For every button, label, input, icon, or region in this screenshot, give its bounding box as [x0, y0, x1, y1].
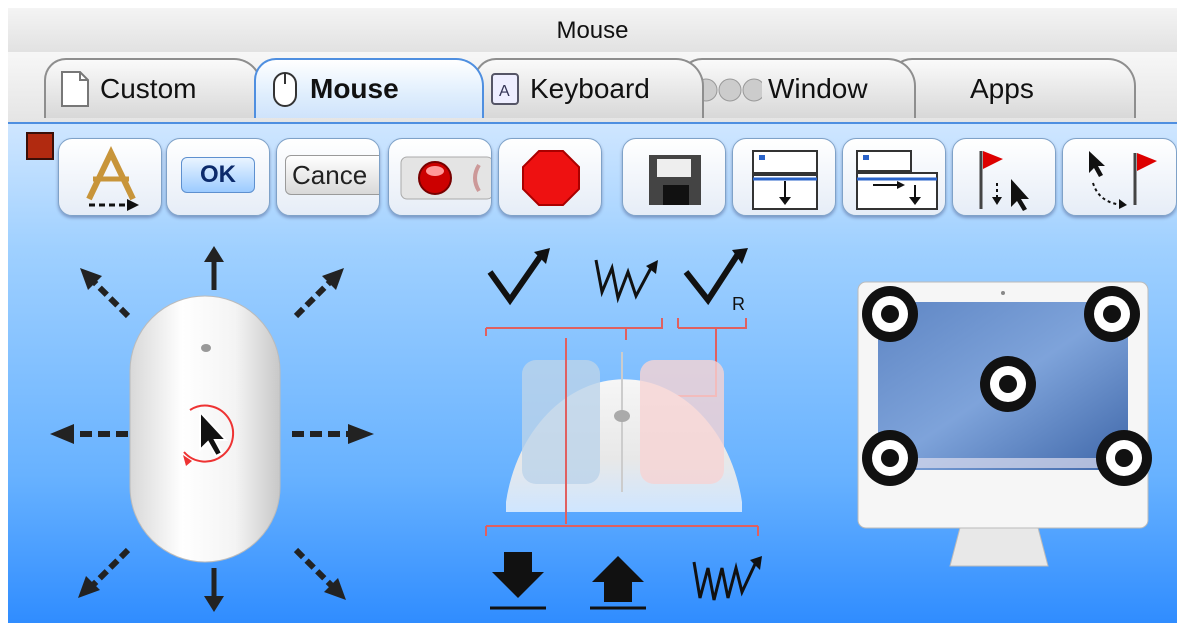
svg-text:A: A: [499, 83, 510, 100]
red-radio-icon: [400, 156, 491, 200]
target-bottom-right-icon[interactable]: [1096, 430, 1152, 486]
flag-to-cursor-icon: [979, 151, 1029, 211]
window-down-button[interactable]: [732, 138, 836, 216]
tab-label: Mouse: [310, 73, 399, 104]
floppy-disk-icon: [649, 155, 701, 205]
mouse-move-area: [50, 246, 374, 612]
title-bar[interactable]: Mouse: [8, 8, 1177, 53]
launch-app-button[interactable]: [58, 138, 162, 216]
tab-label: Keyboard: [530, 73, 650, 104]
double-click-icon[interactable]: [594, 259, 658, 304]
move-left-arrow-icon[interactable]: [50, 424, 128, 444]
move-up-right-arrow-icon[interactable]: [293, 268, 344, 319]
cancel-button[interactable]: Cance: [276, 138, 380, 216]
target-bottom-left-icon[interactable]: [862, 430, 918, 486]
applications-launch-icon: [86, 146, 139, 211]
cancel-label: Cance: [285, 155, 379, 195]
tab-window[interactable]: Window: [680, 58, 916, 118]
cursor-flag-button[interactable]: [1062, 138, 1177, 216]
tab-label: Custom: [100, 73, 197, 104]
right-button-zone[interactable]: [640, 360, 724, 484]
click-icon[interactable]: [487, 248, 550, 306]
right-click-icon[interactable]: R: [683, 248, 748, 314]
tab-mouse[interactable]: Mouse: [254, 58, 484, 118]
tab-apps[interactable]: Apps: [890, 58, 1136, 118]
mouse-window: Mouse Custom Mouse A Keyboard Window App…: [8, 8, 1177, 623]
screen-targets-area: [857, 281, 1152, 567]
mouse-buttons-area: R: [485, 248, 762, 610]
move-down-right-arrow-icon[interactable]: [293, 547, 346, 600]
move-down-left-arrow-icon[interactable]: [78, 547, 131, 598]
cursor-to-flag-icon: [1089, 151, 1157, 209]
press-down-icon[interactable]: [490, 552, 546, 610]
move-up-arrow-icon[interactable]: [204, 246, 224, 290]
mouse-icon: [273, 72, 297, 107]
tab-custom[interactable]: Custom: [44, 58, 262, 118]
save-button[interactable]: [622, 138, 726, 216]
window-arrow-right-down-icon: [856, 150, 938, 210]
tab-label: Apps: [970, 73, 1034, 104]
window-arrow-down-icon: [752, 150, 818, 210]
target-top-right-icon[interactable]: [1084, 286, 1140, 342]
left-button-zone[interactable]: [522, 360, 600, 484]
tab-label: Window: [768, 73, 868, 104]
right-click-suffix: R: [732, 294, 745, 314]
target-center-icon[interactable]: [980, 356, 1036, 412]
multi-click-icon[interactable]: [692, 556, 762, 601]
release-up-icon[interactable]: [590, 556, 646, 610]
stop-button[interactable]: [498, 138, 602, 216]
flag-cursor-button[interactable]: [952, 138, 1056, 216]
ok-button[interactable]: OK: [166, 138, 270, 216]
move-down-arrow-icon[interactable]: [204, 568, 224, 612]
window-title: Mouse: [556, 17, 629, 44]
move-right-arrow-icon[interactable]: [292, 424, 374, 444]
document-icon: [61, 71, 89, 107]
radio-record-button[interactable]: [388, 138, 492, 216]
target-top-left-icon[interactable]: [862, 286, 918, 342]
tab-keyboard[interactable]: A Keyboard: [474, 58, 704, 118]
tab-strip: Custom Mouse A Keyboard Window Apps: [8, 52, 1177, 124]
move-up-left-arrow-icon[interactable]: [80, 268, 131, 319]
keyboard-key-icon: A: [491, 73, 519, 105]
window-right-down-button[interactable]: [842, 138, 946, 216]
stop-sign-icon: [522, 150, 580, 206]
record-indicator[interactable]: [26, 132, 54, 160]
ok-label: OK: [181, 157, 255, 193]
